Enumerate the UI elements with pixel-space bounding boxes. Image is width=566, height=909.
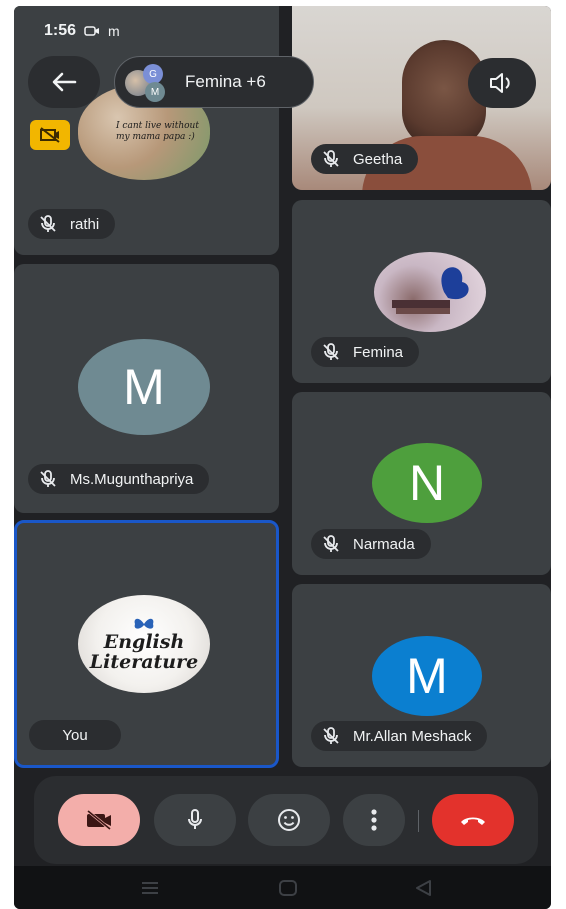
system-navigation-bar bbox=[14, 866, 551, 909]
participant-tile-mugunthapriya[interactable]: M Ms.Mugunthapriya bbox=[14, 264, 279, 513]
back-nav-icon[interactable] bbox=[414, 879, 432, 897]
butterfly-icon bbox=[392, 267, 469, 314]
avatar: M bbox=[372, 636, 482, 716]
back-arrow-icon bbox=[52, 72, 77, 92]
meet-call-screen: I cant live without my mama papa :) rath… bbox=[14, 6, 551, 909]
participant-name: Mr.Allan Meshack bbox=[353, 727, 472, 745]
call-controls bbox=[34, 776, 538, 864]
mic-icon bbox=[188, 809, 202, 829]
mic-off-icon bbox=[319, 147, 343, 171]
hang-up-icon bbox=[461, 817, 485, 825]
participant-label-mugunthapriya: Ms.Mugunthapriya bbox=[28, 464, 210, 494]
participants-label: Femina +6 bbox=[185, 72, 266, 91]
participant-label-you: You bbox=[29, 720, 121, 750]
participant-label-femina: Femina bbox=[311, 337, 420, 367]
camera-status-icon bbox=[84, 26, 100, 36]
reactions-button[interactable] bbox=[248, 794, 330, 846]
mic-off-icon bbox=[319, 724, 343, 748]
mic-off-icon bbox=[36, 467, 60, 491]
participant-tile-femina[interactable]: Femina bbox=[292, 200, 551, 383]
status-extra: m bbox=[108, 23, 120, 39]
participant-tile-geetha[interactable]: Geetha bbox=[292, 6, 551, 190]
camera-off-icon bbox=[87, 809, 111, 831]
english-literature-logo: English Literature bbox=[78, 595, 210, 693]
mic-off-icon bbox=[319, 340, 343, 364]
avatar: M bbox=[145, 82, 165, 102]
femina-butterfly-image bbox=[374, 252, 486, 332]
no-video-badge-icon bbox=[40, 127, 60, 143]
participant-tile-narmada[interactable]: N Narmada bbox=[292, 392, 551, 575]
participant-tile-rathi[interactable]: I cant live without my mama papa :) rath… bbox=[14, 6, 279, 255]
mic-toggle-button[interactable] bbox=[154, 794, 236, 846]
participant-name: rathi bbox=[70, 215, 100, 233]
hang-up-button[interactable] bbox=[432, 794, 514, 846]
participant-tile-you[interactable]: English Literature You bbox=[14, 520, 279, 768]
home-icon[interactable] bbox=[278, 879, 298, 897]
participant-name: Femina bbox=[353, 343, 404, 361]
logo-text-line2: Literature bbox=[89, 651, 199, 673]
speaker-icon bbox=[490, 73, 510, 93]
rathi-sticker-text: I cant live without my mama papa :) bbox=[116, 121, 199, 142]
participant-name: Narmada bbox=[353, 535, 415, 553]
butterfly-icon bbox=[134, 618, 154, 629]
participant-name: You bbox=[62, 726, 88, 744]
back-button[interactable] bbox=[28, 56, 100, 108]
participant-name: Ms.Mugunthapriya bbox=[70, 470, 194, 488]
avatar: N bbox=[372, 443, 482, 523]
participant-label-narmada: Narmada bbox=[311, 529, 431, 559]
controls-divider bbox=[418, 810, 419, 832]
logo-text-line1: English bbox=[103, 631, 185, 653]
camera-toggle-button[interactable] bbox=[58, 794, 140, 846]
more-vert-icon bbox=[371, 809, 377, 831]
status-bar: 1:56 m bbox=[44, 22, 120, 40]
participants-button[interactable]: G M Femina +6 bbox=[114, 56, 314, 108]
speaker-button[interactable] bbox=[468, 58, 536, 108]
participant-name: Geetha bbox=[353, 150, 403, 168]
mic-off-icon bbox=[319, 532, 343, 556]
avatar: M bbox=[78, 339, 210, 435]
participant-avatar-stack: G M bbox=[125, 62, 181, 102]
participant-label-allan: Mr.Allan Meshack bbox=[311, 721, 488, 751]
status-time: 1:56 bbox=[44, 22, 77, 39]
emoji-icon bbox=[278, 809, 300, 831]
participant-label-geetha: Geetha bbox=[311, 144, 419, 174]
no-video-badge bbox=[30, 120, 70, 150]
avatar: G bbox=[143, 64, 163, 84]
more-options-button[interactable] bbox=[343, 794, 405, 846]
recent-apps-icon[interactable] bbox=[140, 880, 160, 896]
participant-tile-allan[interactable]: M Mr.Allan Meshack bbox=[292, 584, 551, 767]
participant-label-rathi: rathi bbox=[28, 209, 116, 239]
mic-off-icon bbox=[36, 212, 60, 236]
